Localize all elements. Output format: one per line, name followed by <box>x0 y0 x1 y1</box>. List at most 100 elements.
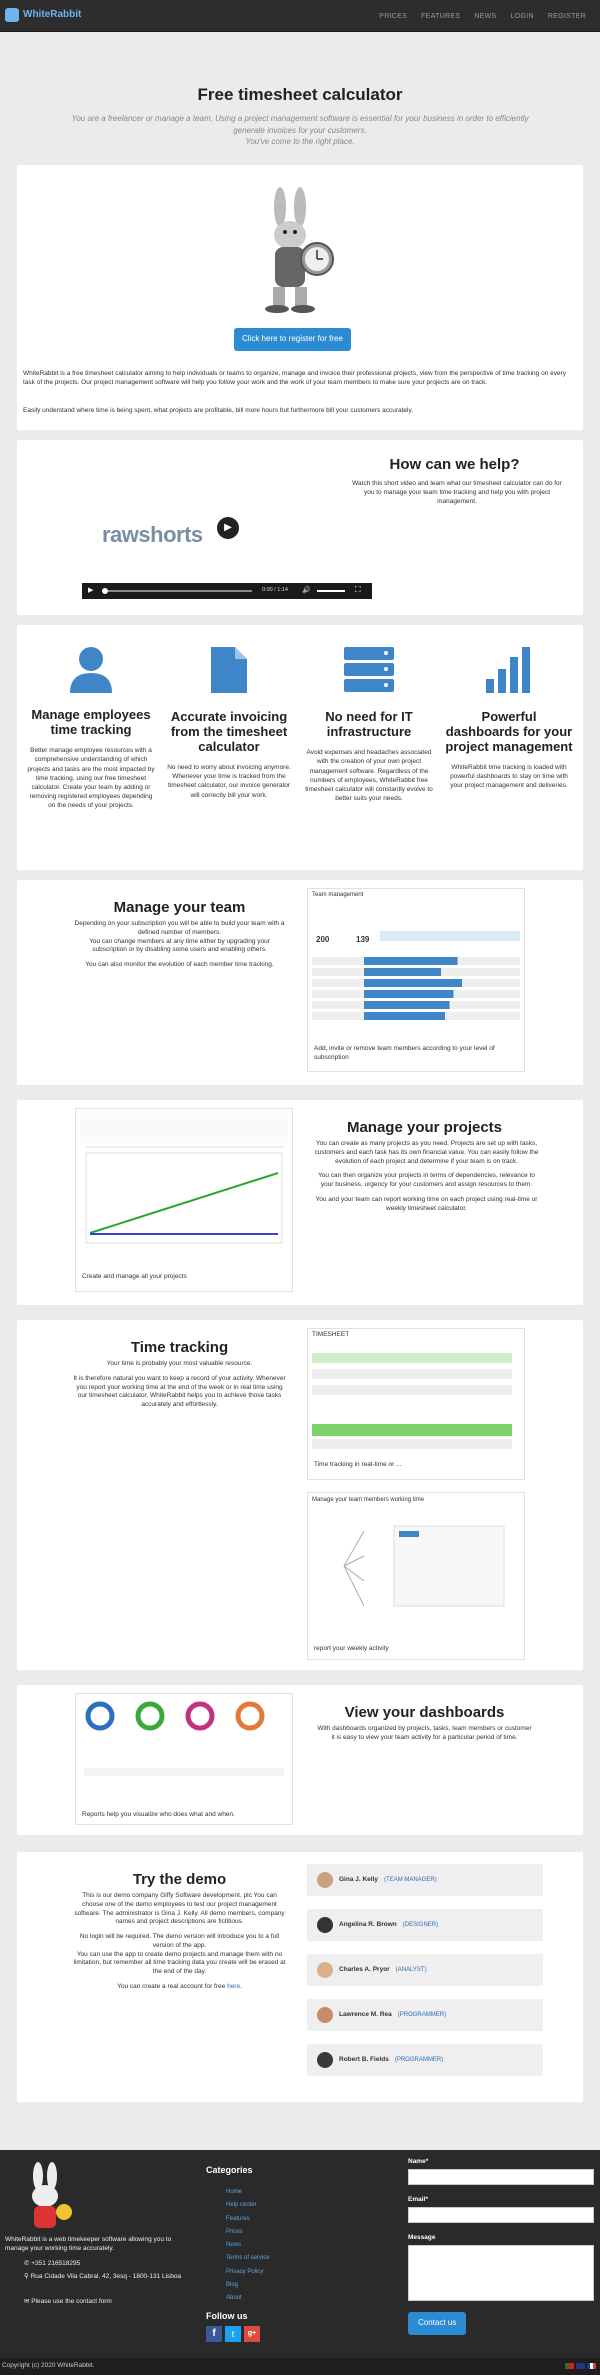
progress-handle[interactable] <box>102 588 108 594</box>
avatar <box>317 1962 333 1978</box>
screenshot-title: Team management <box>312 892 364 898</box>
flag-en-icon[interactable] <box>576 2363 585 2369</box>
nav-link-features[interactable]: FEATURES <box>421 12 460 21</box>
play-small-icon[interactable]: ▶ <box>88 586 93 595</box>
person-name: Charles A. Pryor <box>339 1965 390 1973</box>
brand-logo[interactable]: WhiteRabbit <box>5 8 81 22</box>
person-name: Gina J. Kelly <box>339 1875 379 1883</box>
nav-link-register[interactable]: REGISTER <box>548 12 586 21</box>
timesheet-screenshot: TIMESHEET Time tracking in real-time or … <box>307 1328 525 1480</box>
donut-charts-image <box>84 1701 284 1776</box>
team-paragraph-1: Depending on your subscription you will … <box>74 920 285 936</box>
register-free-button[interactable]: Click here to register for free <box>234 328 351 351</box>
nav-link-prices[interactable]: PRICES <box>379 12 407 21</box>
category-home[interactable]: Home <box>226 2186 270 2199</box>
nav-link-login[interactable]: LOGIN <box>511 12 534 21</box>
dashboards-text: With dashboards organized by projects, t… <box>317 1725 532 1741</box>
stat-hours: 139 <box>356 935 370 944</box>
register-here-link[interactable]: here <box>227 1983 240 1990</box>
contact-submit-button[interactable]: Contact us <box>408 2312 467 2335</box>
page-title: Free timesheet calculator <box>197 85 403 104</box>
intro-card: Click here to register for free WhiteRab… <box>17 165 583 430</box>
person-role: DESIGNER <box>404 1921 437 1928</box>
category-prices[interactable]: Prices <box>226 2226 270 2239</box>
video-logo: rawshorts <box>102 522 203 547</box>
demo-title: Try the demo <box>132 1871 227 1888</box>
video-player[interactable]: rawshorts ▶ ▶ 0:00 / 1:14 🔊 ⛶ <box>82 490 372 600</box>
nav-link-news[interactable]: NEWS <box>474 12 496 21</box>
category-links: Home Help center Features Prices News Te… <box>226 2186 270 2306</box>
rabbit-logo-icon <box>5 8 19 22</box>
demo-paragraph-2: No login will be required. The demo vers… <box>79 1933 280 1949</box>
google-plus-icon[interactable]: g+ <box>244 2326 260 2342</box>
document-icon <box>211 647 247 693</box>
feature-text: Avoid expenses and headaches associated … <box>305 749 433 802</box>
demo-person-gina[interactable]: Gina J. Kelly (TEAM MANAGER) <box>307 1864 543 1896</box>
timesheet-title: TIMESHEET <box>312 1331 350 1338</box>
member-rows <box>312 957 520 1020</box>
category-privacy[interactable]: Privacy Policy <box>226 2266 270 2279</box>
flag-fr-icon[interactable] <box>587 2363 596 2369</box>
feature-title: Manage employees time tracking <box>31 707 151 738</box>
demo-paragraph-4: You can create a real account for free <box>117 1982 226 1990</box>
projects-chart-image <box>80 1113 288 1244</box>
brand-name: WhiteRabbit <box>23 9 82 21</box>
person-role: TEAM MANAGER <box>386 1876 435 1883</box>
person-role: ANALYST <box>397 1966 425 1973</box>
name-field[interactable] <box>408 2169 594 2185</box>
category-about[interactable]: About <box>226 2292 270 2305</box>
row <box>312 1369 512 1379</box>
phone-icon: ✆ <box>24 2260 30 2267</box>
category-help[interactable]: Help center <box>226 2199 270 2212</box>
copyright-bar: Copyright (c) 2020 WhiteRabbit. <box>0 2358 600 2375</box>
demo-person-angelina[interactable]: Angelina R. Brown (DESIGNER) <box>307 1909 543 1941</box>
category-terms[interactable]: Terms of service <box>226 2252 270 2265</box>
user-icon <box>70 647 112 693</box>
projects-title: Manage your projects <box>346 1119 503 1136</box>
avatar <box>317 1872 333 1888</box>
hero: Free timesheet calculator You are a free… <box>0 84 600 148</box>
time-card: Time tracking Your time is probably your… <box>17 1320 583 1670</box>
top-navbar: WhiteRabbit PRICES FEATURES NEWS LOGIN R… <box>0 0 600 32</box>
category-blog[interactable]: Blog <box>226 2279 270 2292</box>
help-title: How can we help? <box>389 456 520 473</box>
email-field[interactable] <box>408 2207 594 2223</box>
feature-text: WhiteRabbit time tracking is loaded with… <box>450 764 568 790</box>
stat-users: 200 <box>316 935 330 944</box>
demo-person-charles[interactable]: Charles A. Pryor (ANALYST) <box>307 1954 543 1986</box>
projects-card: Create and manage all your projects Mana… <box>17 1100 583 1305</box>
team-screenshot: Team management 200 139 Add, invite or r… <box>307 888 525 1072</box>
twitter-icon[interactable]: t <box>225 2326 241 2342</box>
category-news[interactable]: News <box>226 2239 270 2252</box>
flag-pt-icon[interactable] <box>565 2363 574 2369</box>
video-controls: ▶ 0:00 / 1:14 🔊 ⛶ <box>82 583 372 599</box>
fullscreen-icon[interactable]: ⛶ <box>355 585 361 596</box>
footer-rabbit-logo <box>32 2162 72 2228</box>
dashboards-title: View your dashboards <box>344 1704 505 1721</box>
green-bar <box>312 1424 512 1436</box>
play-icon[interactable]: ▶ <box>217 517 239 539</box>
row <box>312 1439 512 1449</box>
address-text: Rua Cidade Vila Cabral, 42, 3esq - 1800-… <box>30 2273 182 2280</box>
video-time: 0:00 / 1:14 <box>262 587 288 593</box>
copyright-text: Copyright (c) 2020 WhiteRabbit. <box>2 2362 95 2369</box>
name-label: Name* <box>408 2158 429 2165</box>
demo-card: Try the demo This is our demo company Gi… <box>17 1852 583 2102</box>
hero-subtitle: You are a freelancer or manage a team. U… <box>71 113 529 135</box>
location-icon: ⚲ <box>24 2273 29 2280</box>
feature-dashboards: Powerful dashboards for your project man… <box>445 645 573 791</box>
feature-text: Better manage employee resources with a … <box>27 747 155 809</box>
follow-title: Follow us <box>206 2311 248 2321</box>
demo-person-robert[interactable]: Robert B. Fields (PROGRAMMER) <box>307 2044 543 2076</box>
demo-person-lawrence[interactable]: Lawrence M. Rea (PROGRAMMER) <box>307 1999 543 2031</box>
facebook-icon[interactable]: f <box>206 2326 222 2342</box>
video-progress[interactable] <box>102 590 252 592</box>
message-textarea[interactable] <box>408 2245 594 2301</box>
projects-paragraph-3: You and your team can report working tim… <box>315 1195 538 1212</box>
volume-icon[interactable]: 🔊 <box>302 586 311 595</box>
category-features[interactable]: Features <box>226 2213 270 2226</box>
row <box>312 1385 512 1395</box>
person-name: Lawrence M. Rea <box>339 2010 392 2018</box>
volume-slider[interactable] <box>317 590 345 592</box>
dashboard-screenshot: Reports help you visualize who does what… <box>75 1693 293 1825</box>
